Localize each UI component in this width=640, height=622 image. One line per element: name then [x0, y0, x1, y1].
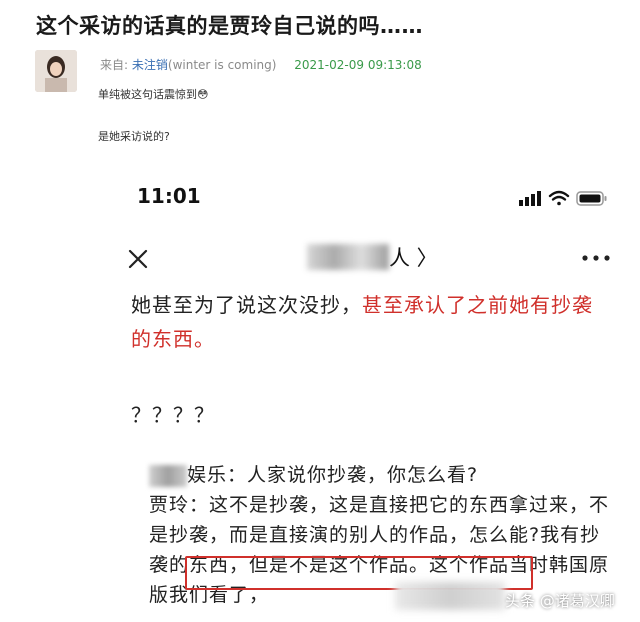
phone-screenshot: 11:01 人 〉 她甚至为了说这次没抄，甚至承认了之前她有抄袭的东西。 ？？？… — [115, 170, 640, 622]
redacted-outlet-name — [149, 464, 187, 487]
from-label: 来自: — [100, 58, 129, 72]
close-icon[interactable] — [123, 244, 153, 274]
paragraph-1-normal: 她甚至为了说这次没抄， — [131, 293, 362, 317]
username-suffix: (winter is coming) — [167, 58, 277, 72]
status-time: 11:01 — [137, 184, 201, 208]
redacted-region — [395, 582, 505, 610]
battery-icon — [576, 191, 607, 206]
article-paragraph-2: ？？？？ — [131, 403, 215, 427]
more-icon[interactable] — [581, 252, 611, 264]
post-date: 2021-02-09 09:13:08 — [294, 58, 422, 72]
quote-question-text: 娱乐：人家说你抄袭，你怎么看? — [187, 464, 479, 486]
avatar-image — [35, 50, 77, 92]
comment-text-2: 是她采访说的? — [98, 130, 170, 143]
quote-question: 娱乐：人家说你抄袭，你怎么看? — [149, 460, 619, 490]
watermark: 头条 @诸葛汉卿 — [505, 592, 615, 610]
comment-text-1: 单纯被这句话震惊到😳 — [98, 88, 209, 101]
avatar[interactable] — [35, 50, 77, 92]
wifi-icon — [548, 190, 570, 206]
nav-title[interactable]: 人 〉 — [307, 242, 438, 274]
post-meta: 来自: 未注销(winter is coming) 2021-02-09 09:… — [100, 56, 422, 73]
status-icons — [519, 190, 607, 206]
signal-icon — [519, 191, 541, 206]
post-title: 这个采访的话真的是贾玲自己说的吗…… — [36, 14, 423, 38]
redacted-account-name — [307, 244, 389, 270]
nav-title-text: 人 〉 — [389, 246, 438, 270]
username-link[interactable]: 未注销 — [132, 58, 168, 72]
article-paragraph-1: 她甚至为了说这次没抄，甚至承认了之前她有抄袭的东西。 — [131, 288, 611, 356]
